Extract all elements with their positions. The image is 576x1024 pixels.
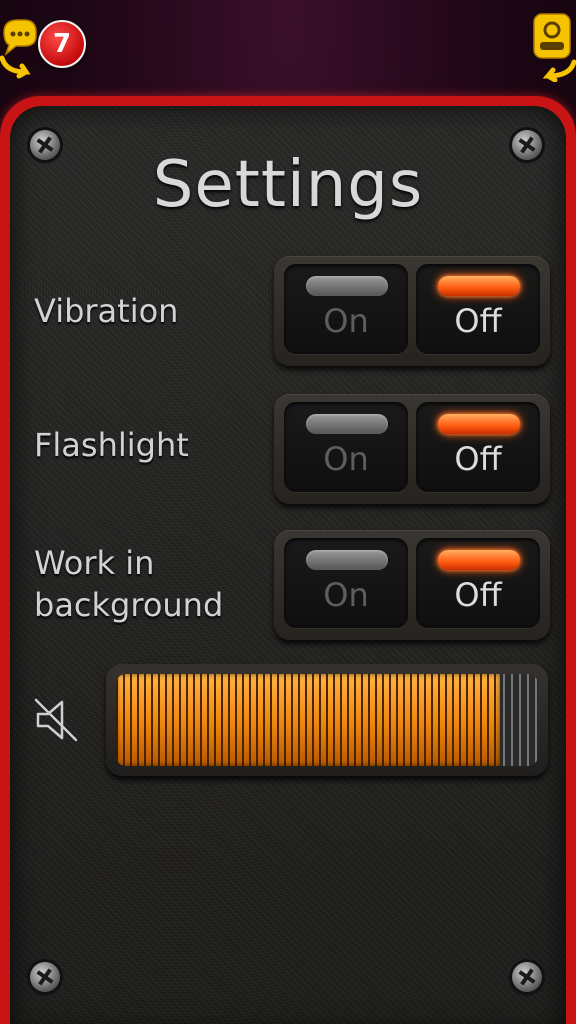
- screw-bottom-left: [30, 962, 60, 992]
- vibration-label-text: Vibration: [34, 292, 179, 330]
- flashlight-off-label: Off: [454, 440, 502, 478]
- work-in-background-off-indicator: [438, 550, 520, 570]
- flashlight-on-indicator: [306, 414, 388, 434]
- work-in-background-line1: Work in: [34, 544, 155, 582]
- notification-badge: 7: [38, 20, 86, 68]
- vibration-off-button[interactable]: Off: [416, 264, 540, 354]
- flashlight-off-button[interactable]: Off: [416, 402, 540, 492]
- flashlight-on-label: On: [323, 440, 369, 478]
- work-in-background-switch: On Off: [274, 530, 550, 640]
- profile-swap-button[interactable]: [520, 10, 576, 83]
- flashlight-off-indicator: [438, 414, 520, 434]
- vibration-label: Vibration: [34, 290, 178, 332]
- screw-bottom-right: [512, 962, 542, 992]
- work-in-background-on-button[interactable]: On: [284, 538, 408, 628]
- work-in-background-label: Work in background: [34, 542, 223, 626]
- work-in-background-line2: background: [34, 586, 224, 624]
- page-title: Settings: [152, 148, 424, 222]
- vibration-switch: On Off: [274, 256, 550, 366]
- volume-slider[interactable]: [106, 664, 548, 776]
- volume-slider-fill: [116, 674, 501, 766]
- vibration-on-button[interactable]: On: [284, 264, 408, 354]
- work-in-background-off-button[interactable]: Off: [416, 538, 540, 628]
- speaker-muted-icon[interactable]: [32, 696, 84, 744]
- work-in-background-off-label: Off: [454, 576, 502, 614]
- volume-slider-track: [116, 674, 538, 766]
- flashlight-switch: On Off: [274, 394, 550, 504]
- flashlight-label: Flashlight: [34, 424, 189, 466]
- vibration-off-label: Off: [454, 302, 502, 340]
- flashlight-on-button[interactable]: On: [284, 402, 408, 492]
- work-in-background-on-indicator: [306, 550, 388, 570]
- vibration-off-indicator: [438, 276, 520, 296]
- profile-swap-icon: [533, 13, 576, 83]
- work-in-background-on-label: On: [323, 576, 369, 614]
- flashlight-label-text: Flashlight: [34, 426, 189, 464]
- app-screen: 7 Settings Vibration On Off Flashlight O…: [0, 0, 576, 1024]
- vibration-on-indicator: [306, 276, 388, 296]
- vibration-on-label: On: [323, 302, 369, 340]
